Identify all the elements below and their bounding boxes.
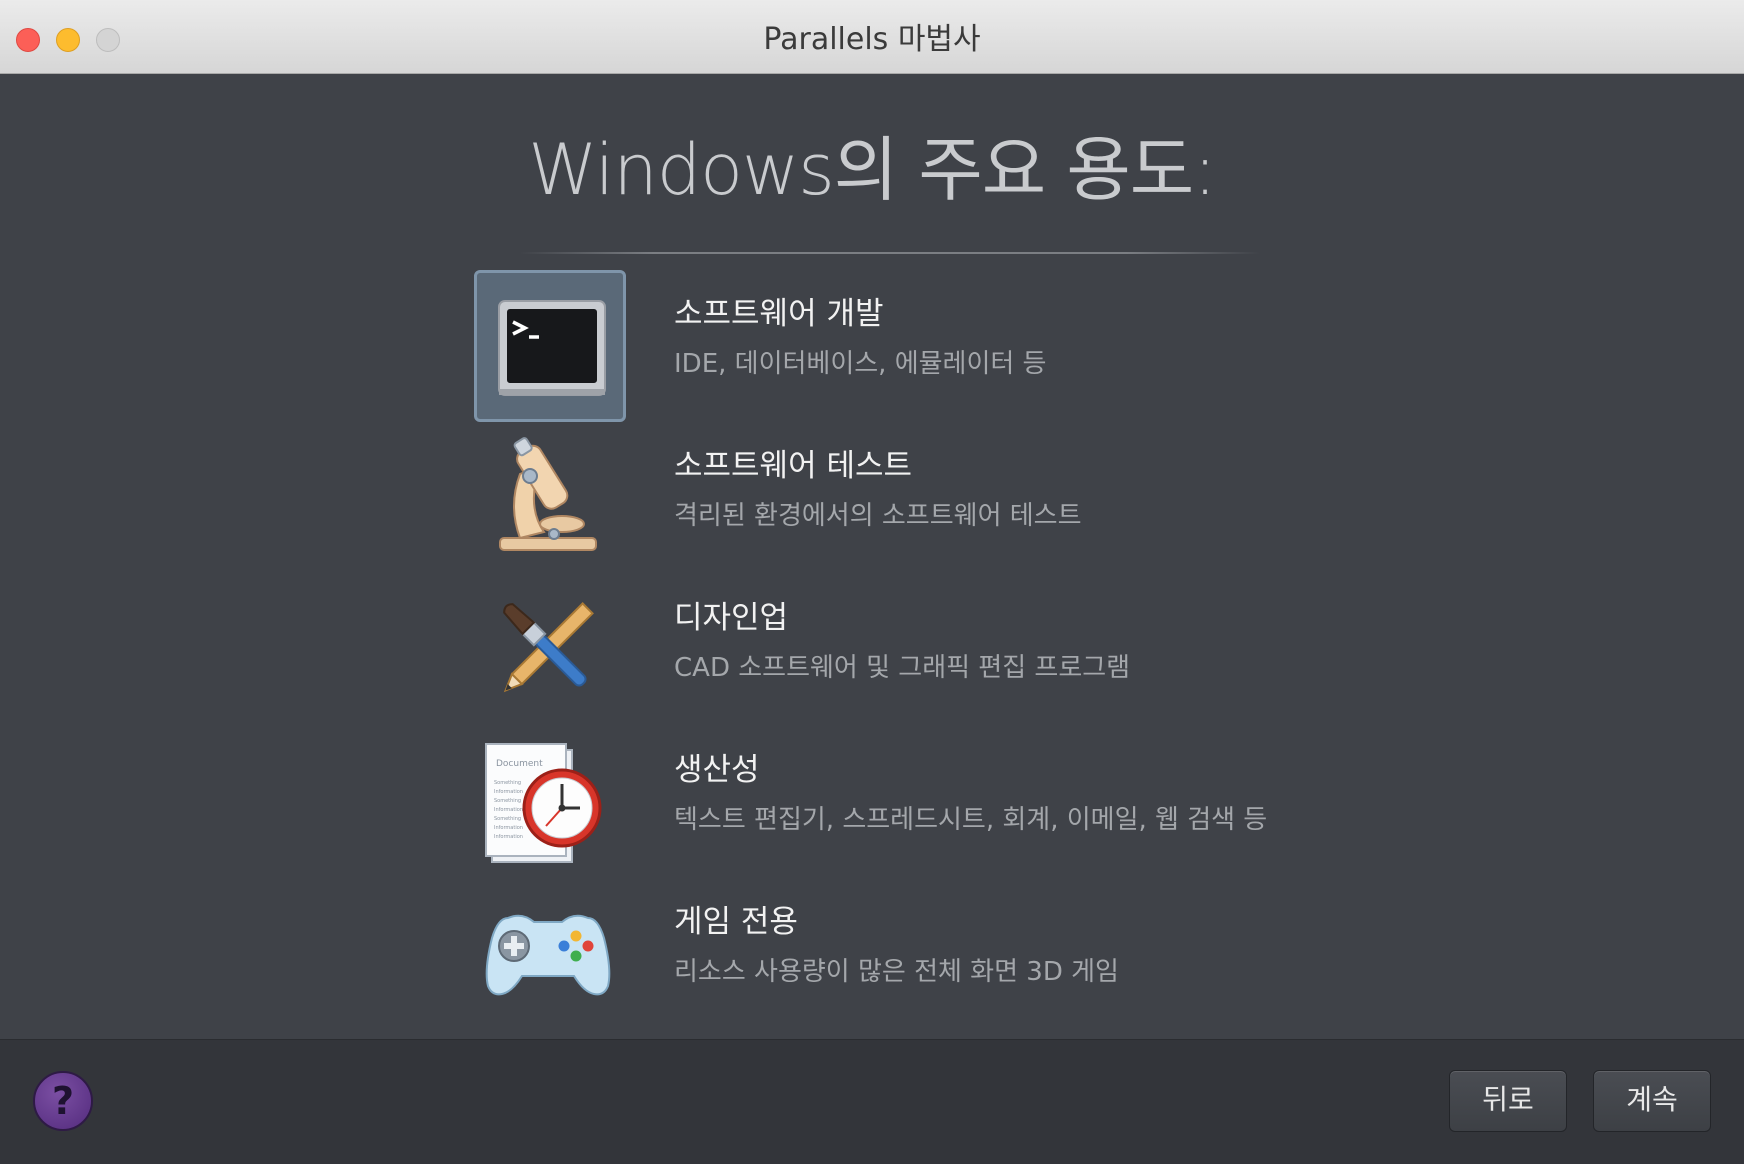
option-description: CAD 소프트웨어 및 그래픽 편집 프로그램 — [674, 653, 1131, 683]
gamepad-icon — [485, 914, 611, 996]
terminal-icon — [498, 300, 606, 396]
continue-button[interactable]: 계속 — [1593, 1070, 1711, 1132]
title-bar: Parallels 마법사 — [0, 0, 1744, 74]
option-icon-box: Document Something Information Something… — [474, 726, 626, 878]
option-gaming[interactable]: 게임 전용 리소스 사용량이 많은 전체 화면 3D 게임 — [474, 878, 1294, 1030]
option-software-testing[interactable]: 소프트웨어 테스트 격리된 환경에서의 소프트웨어 테스트 — [474, 422, 1294, 574]
option-icon-box — [474, 270, 626, 422]
document-line: Information — [494, 834, 523, 840]
heading-divider — [520, 252, 1260, 254]
help-button[interactable]: ? — [33, 1071, 93, 1131]
window-title: Parallels 마법사 — [763, 22, 981, 57]
document-line: Something — [494, 816, 521, 822]
page-heading: Windows의 주요 용도: — [528, 129, 1217, 211]
footer-bar: ? 뒤로 계속 — [0, 1039, 1744, 1164]
option-title: 디자인업 — [674, 600, 789, 636]
document-clock-icon: Document Something Information Something… — [485, 743, 602, 863]
document-line: Information — [494, 825, 523, 831]
document-line: Information — [494, 789, 523, 795]
option-software-development[interactable]: 소프트웨어 개발 IDE, 데이터베이스, 에뮬레이터 등 — [474, 270, 1294, 422]
document-line: Something — [494, 780, 521, 786]
document-line: Information — [494, 807, 523, 813]
option-icon-box — [474, 574, 626, 726]
option-description: 격리된 환경에서의 소프트웨어 테스트 — [674, 501, 1082, 531]
option-description: IDE, 데이터베이스, 에뮬레이터 등 — [674, 349, 1047, 379]
document-line: Something — [494, 798, 521, 804]
option-icon-box — [474, 878, 626, 1030]
option-title: 소프트웨어 테스트 — [674, 448, 913, 484]
wizard-window: Parallels 마법사 Windows의 주요 용도: 소프트웨어 개발 I… — [0, 0, 1744, 1164]
option-title: 게임 전용 — [674, 904, 798, 940]
option-productivity[interactable]: Document Something Information Something… — [474, 726, 1294, 878]
option-design[interactable]: 디자인업 CAD 소프트웨어 및 그래픽 편집 프로그램 — [474, 574, 1294, 726]
option-title: 생산성 — [674, 752, 760, 788]
back-button[interactable]: 뒤로 — [1449, 1070, 1567, 1132]
option-description: 텍스트 편집기, 스프레드시트, 회계, 이메일, 웹 검색 등 — [674, 805, 1268, 835]
option-icon-box — [474, 422, 626, 574]
microscope-icon — [499, 437, 597, 551]
option-title: 소프트웨어 개발 — [674, 296, 884, 332]
design-tools-icon — [503, 602, 594, 693]
option-description: 리소스 사용량이 많은 전체 화면 3D 게임 — [674, 957, 1119, 987]
document-label: Document — [496, 759, 543, 769]
